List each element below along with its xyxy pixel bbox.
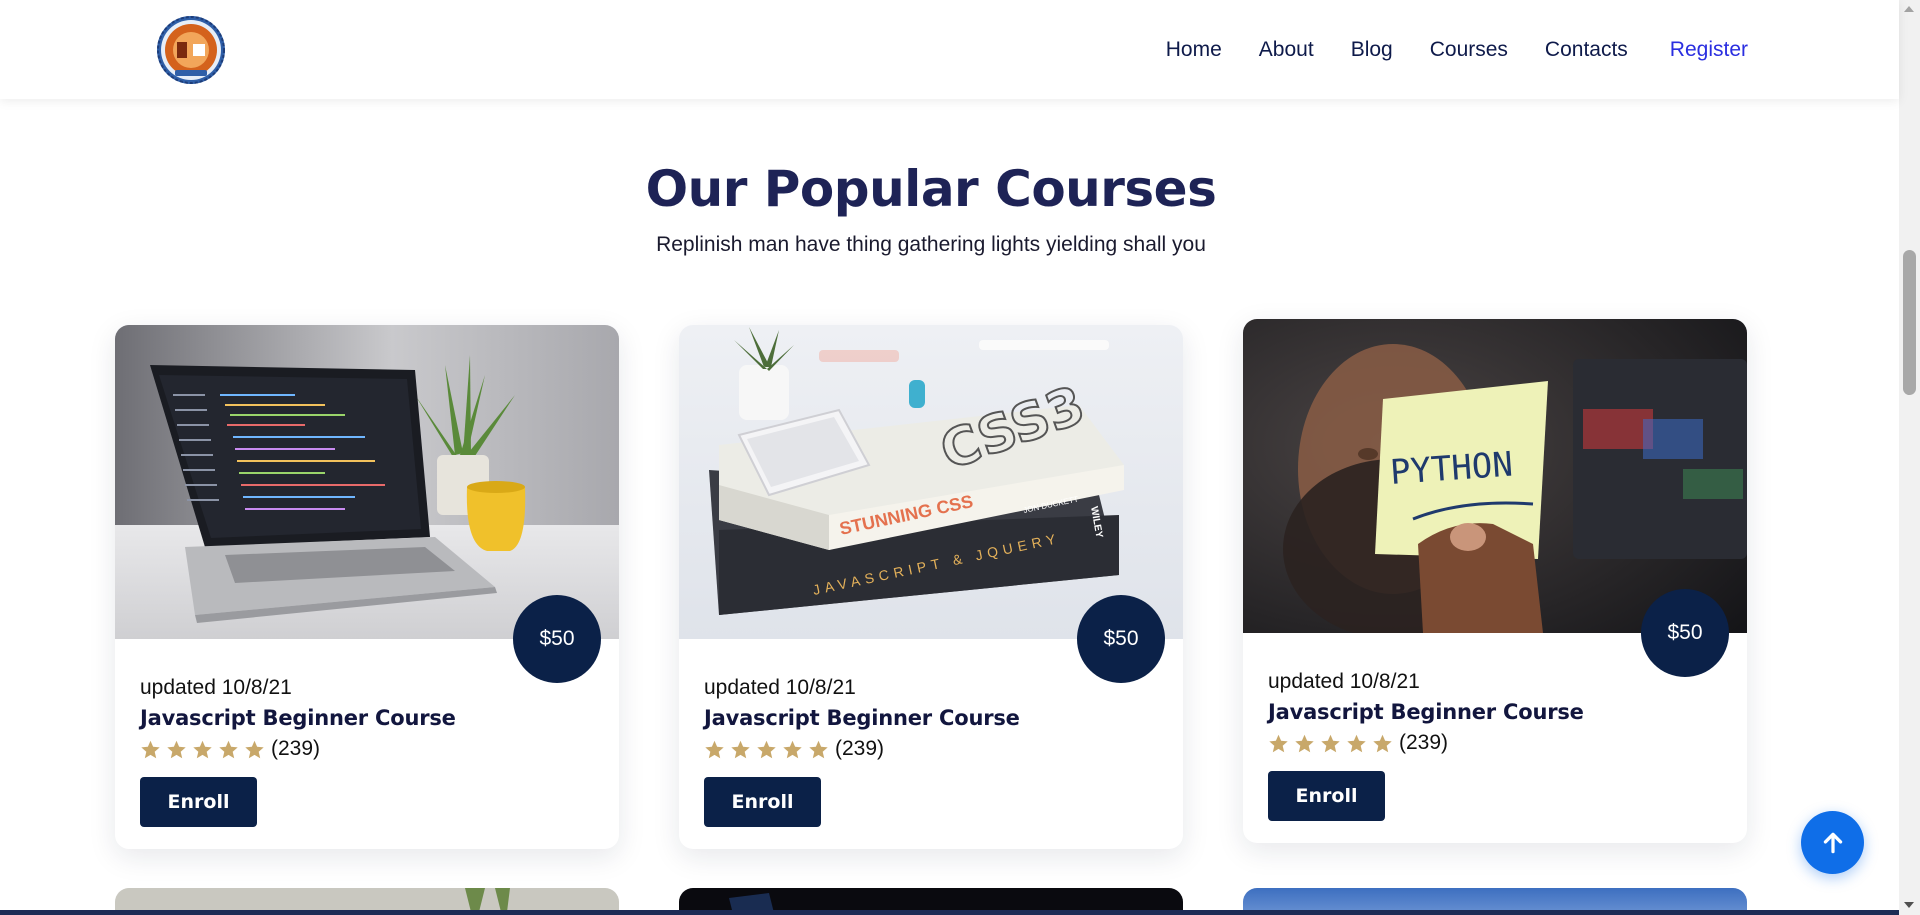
nav-link-courses[interactable]: Courses xyxy=(1430,37,1508,63)
scroll-up-arrow-icon[interactable] xyxy=(1904,6,1914,12)
course-title[interactable]: Javascript Beginner Course xyxy=(704,706,1020,730)
star-icon xyxy=(757,740,776,758)
review-count: (239) xyxy=(271,737,321,760)
price-badge: $50 xyxy=(1077,595,1165,683)
main-nav: Home About Blog Courses Contacts Registe… xyxy=(1129,37,1748,63)
star-icon xyxy=(1321,734,1340,752)
course-card: STUNNING CSS JAVASCRIPT & JQUERY JON DUC… xyxy=(679,325,1183,849)
course-updated-date: updated 10/8/21 xyxy=(140,676,292,699)
site-header: Home About Blog Courses Contacts Registe… xyxy=(0,0,1899,99)
nav-link-about[interactable]: About xyxy=(1259,37,1314,63)
course-updated-date: updated 10/8/21 xyxy=(1268,670,1420,693)
review-count: (239) xyxy=(1399,731,1449,754)
course-title[interactable]: Javascript Beginner Course xyxy=(140,706,456,730)
note-python-text: PYTHON xyxy=(1389,445,1514,493)
course-updated-date: updated 10/8/21 xyxy=(704,676,856,699)
star-icon xyxy=(219,740,238,758)
arrow-up-icon xyxy=(1823,832,1842,853)
star-icon xyxy=(1347,734,1366,752)
enroll-button[interactable]: Enroll xyxy=(140,777,257,827)
scroll-to-top-button[interactable] xyxy=(1801,811,1864,874)
college-emblem-logo[interactable] xyxy=(155,14,227,86)
star-icon xyxy=(193,740,212,758)
star-icon xyxy=(1269,734,1288,752)
star-icon xyxy=(167,740,186,758)
course-rating: (239) xyxy=(140,737,320,761)
course-title[interactable]: Javascript Beginner Course xyxy=(1268,700,1584,724)
course-card: $50 updated 10/8/21 Javascript Beginner … xyxy=(115,325,619,849)
register-link[interactable]: Register xyxy=(1670,37,1748,63)
scrollbar-thumb[interactable] xyxy=(1903,250,1916,395)
review-count: (239) xyxy=(835,737,885,760)
css-books-photo[interactable]: STUNNING CSS JAVASCRIPT & JQUERY JON DUC… xyxy=(679,325,1183,639)
nav-link-home[interactable]: Home xyxy=(1166,37,1222,63)
nav-link-blog[interactable]: Blog xyxy=(1351,37,1393,63)
course-rating: (239) xyxy=(1268,731,1448,755)
section-subtitle: Replinish man have thing gathering light… xyxy=(656,233,1206,256)
star-icon xyxy=(809,740,828,758)
section-title: Our Popular Courses xyxy=(645,160,1217,218)
star-icon xyxy=(783,740,802,758)
page-bottom-edge xyxy=(0,910,1899,915)
star-icon xyxy=(245,740,264,758)
star-icon xyxy=(1295,734,1314,752)
nav-link-contacts[interactable]: Contacts xyxy=(1545,37,1628,63)
star-rating xyxy=(140,739,265,760)
course-rating: (239) xyxy=(704,737,884,761)
star-icon xyxy=(141,740,160,758)
enroll-button[interactable]: Enroll xyxy=(704,777,821,827)
star-icon xyxy=(705,740,724,758)
enroll-button[interactable]: Enroll xyxy=(1268,771,1385,821)
scroll-down-arrow-icon[interactable] xyxy=(1904,902,1914,908)
star-icon xyxy=(1373,734,1392,752)
price-badge: $50 xyxy=(1641,589,1729,677)
python-note-photo[interactable]: PYTHON xyxy=(1243,319,1747,633)
star-rating xyxy=(704,739,829,760)
star-icon xyxy=(731,740,750,758)
price-badge: $50 xyxy=(513,595,601,683)
laptop-code-photo[interactable] xyxy=(115,325,619,639)
vertical-scrollbar[interactable] xyxy=(1899,0,1920,915)
course-card: PYTHON $50 updated 10/8/21 Javascript Be… xyxy=(1243,319,1747,843)
star-rating xyxy=(1268,733,1393,754)
